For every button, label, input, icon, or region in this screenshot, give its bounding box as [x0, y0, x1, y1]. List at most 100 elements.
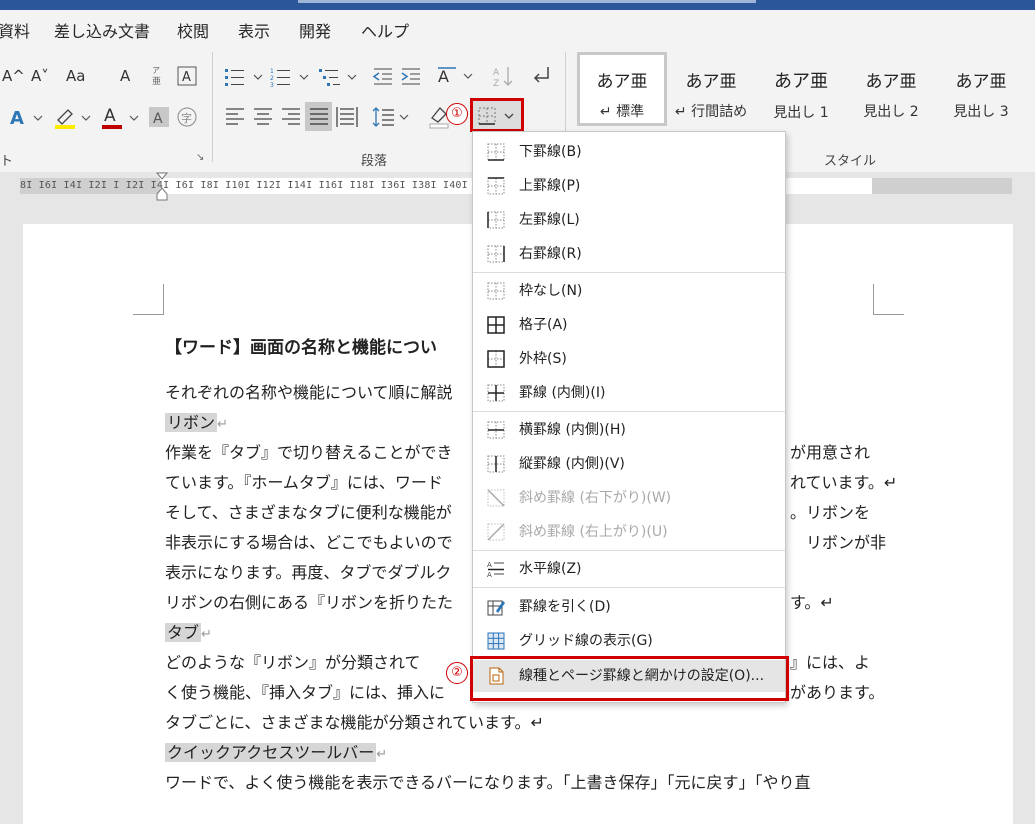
- align-left-icon[interactable]: [224, 106, 246, 128]
- menu-item-label: 外枠(S): [519, 351, 567, 367]
- style-no-spacing[interactable]: あア亜 ↵ 行間詰め: [667, 52, 755, 126]
- callout-2-badge: ②: [446, 662, 468, 684]
- horizontal-line-icon: AA: [487, 561, 504, 578]
- character-shading-icon[interactable]: A: [148, 106, 170, 128]
- style-name: 見出し 3: [953, 104, 1009, 120]
- menu-item-label: 水平線(Z): [519, 561, 582, 577]
- callout-1-badge: ①: [446, 103, 468, 125]
- margin-corner-tl: [133, 284, 164, 315]
- menu-item-left-border[interactable]: 左罫線(L): [473, 204, 785, 236]
- tab-references[interactable]: 資料: [0, 18, 30, 42]
- style-heading-2[interactable]: あア亜 見出し 2: [847, 52, 935, 126]
- menu-item-right-border[interactable]: 右罫線(R): [473, 238, 785, 270]
- ruler-margin-right: [872, 178, 1012, 194]
- diagonal-up-border-icon: [487, 523, 505, 541]
- indent-marker-icon[interactable]: [156, 172, 168, 202]
- svg-text:A: A: [493, 68, 500, 78]
- grow-font-button[interactable]: A^: [2, 66, 25, 86]
- doc-line: リボンの右側にある『リボンを折りたた: [165, 593, 454, 612]
- clear-formatting-button[interactable]: A: [120, 66, 130, 86]
- menu-item-no-border[interactable]: 枠なし(N): [473, 275, 785, 307]
- doc-line: そして、さまざまなタブに便利な機能が: [165, 503, 452, 522]
- menu-item-inside-horizontal[interactable]: 横罫線 (内側)(H): [473, 414, 785, 446]
- view-gridlines-icon: [487, 632, 505, 650]
- svg-text:A: A: [438, 67, 449, 86]
- doc-line-fragment: 』には、よ: [790, 653, 871, 672]
- increase-indent-icon[interactable]: [400, 66, 422, 88]
- svg-text:A: A: [487, 571, 492, 578]
- border-top-icon: [487, 177, 505, 195]
- style-sample: あア亜: [596, 72, 648, 92]
- return-mark: ↵: [376, 747, 388, 762]
- align-center-icon[interactable]: [252, 106, 274, 128]
- justify-icon[interactable]: [308, 106, 330, 128]
- line-spacing-icon[interactable]: [372, 106, 414, 128]
- inside-horizontal-border-icon: [487, 421, 505, 439]
- no-border-icon: [487, 282, 505, 300]
- asian-layout-icon[interactable]: A: [436, 64, 476, 88]
- menu-item-top-border[interactable]: 上罫線(P): [473, 170, 785, 202]
- sort-icon[interactable]: AZ: [492, 64, 516, 88]
- title-bar: [0, 0, 1035, 10]
- font-dialog-launcher-icon[interactable]: ↘: [196, 152, 204, 163]
- shrink-font-button[interactable]: A˅: [31, 66, 49, 86]
- styles-gallery: あア亜 ↵ 標準 あア亜 ↵ 行間詰め あア亜 見出し 1 あア亜 見出し 2 …: [575, 52, 1035, 132]
- change-case-button[interactable]: Aa: [66, 66, 85, 86]
- diagonal-down-border-icon: [487, 489, 505, 507]
- callout-2-highlight: [470, 656, 789, 701]
- tab-review[interactable]: 校閲: [177, 18, 209, 42]
- menu-item-draw-table[interactable]: 罫線を引く(D): [473, 591, 785, 623]
- tab-mailings[interactable]: 差し込み文書: [54, 18, 150, 42]
- doc-line: く使う機能、『挿入タブ』には、挿入に: [165, 683, 446, 702]
- enclose-characters-icon[interactable]: 字: [176, 106, 198, 128]
- character-border-icon[interactable]: A: [177, 66, 197, 86]
- tab-help[interactable]: ヘルプ: [361, 18, 409, 42]
- phonetic-guide-icon[interactable]: ア亜: [150, 64, 168, 86]
- style-name: ↵ 標準: [599, 104, 645, 120]
- menu-item-label: 斜め罫線 (右上がり)(U): [519, 524, 668, 540]
- font-color-icon[interactable]: A: [100, 104, 142, 130]
- tab-view[interactable]: 表示: [238, 18, 270, 42]
- svg-text:A: A: [182, 70, 191, 85]
- doc-line-fragment: れています。↵: [790, 473, 898, 492]
- distributed-icon[interactable]: [336, 106, 358, 128]
- menu-item-horizontal-line[interactable]: AA 水平線(Z): [473, 553, 785, 585]
- menu-separator: [473, 411, 785, 412]
- menu-item-label: 罫線 (内側)(I): [519, 385, 606, 401]
- doc-line: 作業を『タブ』で切り替えることができ: [165, 443, 453, 462]
- menu-item-bottom-border[interactable]: 下罫線(B): [473, 136, 785, 168]
- doc-heading-tab: タブ: [165, 623, 202, 642]
- menu-item-label: 罫線を引く(D): [519, 599, 611, 615]
- decrease-indent-icon[interactable]: [372, 66, 394, 88]
- multilevel-list-icon[interactable]: [318, 66, 360, 88]
- numbering-icon[interactable]: 123: [270, 66, 312, 88]
- highlight-color-icon[interactable]: [52, 104, 94, 130]
- bullets-icon[interactable]: [224, 66, 266, 88]
- menu-item-label: 横罫線 (内側)(H): [519, 422, 626, 438]
- menu-item-view-gridlines[interactable]: グリッド線の表示(G): [473, 625, 785, 657]
- style-sample: あア亜: [865, 72, 917, 92]
- style-heading-1[interactable]: あア亜 見出し 1: [757, 52, 845, 126]
- style-normal[interactable]: あア亜 ↵ 標準: [577, 52, 667, 126]
- svg-text:A: A: [104, 106, 116, 126]
- menu-item-label: 左罫線(L): [519, 212, 580, 228]
- draw-table-icon: [487, 600, 505, 616]
- tab-developer[interactable]: 開発: [299, 18, 331, 42]
- menu-item-inside-vertical[interactable]: 縦罫線 (内側)(V): [473, 448, 785, 480]
- menu-item-outside-borders[interactable]: 外枠(S): [473, 343, 785, 375]
- doc-title: 【ワード】画面の名称と機能につい: [165, 338, 437, 358]
- show-formatting-marks-icon[interactable]: [530, 64, 554, 88]
- style-heading-3[interactable]: あア亜 見出し 3: [937, 52, 1025, 126]
- style-sample: あア亜: [955, 72, 1007, 92]
- text-effects-icon[interactable]: A: [8, 106, 48, 128]
- paragraph-group-label: 段落: [361, 154, 388, 169]
- doc-line-fragment: があります。: [790, 683, 885, 702]
- doc-line: 非表示にする場合は、どこでもよいので: [165, 533, 453, 552]
- align-right-icon[interactable]: [280, 106, 302, 128]
- menu-item-label: 縦罫線 (内側)(V): [519, 456, 625, 472]
- menu-item-all-borders[interactable]: 格子(A): [473, 309, 785, 341]
- doc-line: どのような『リボン』が分類されて: [165, 653, 421, 672]
- menu-item-inside-borders[interactable]: 罫線 (内側)(I): [473, 377, 785, 409]
- border-left-icon: [487, 211, 505, 229]
- svg-text:A: A: [487, 561, 492, 569]
